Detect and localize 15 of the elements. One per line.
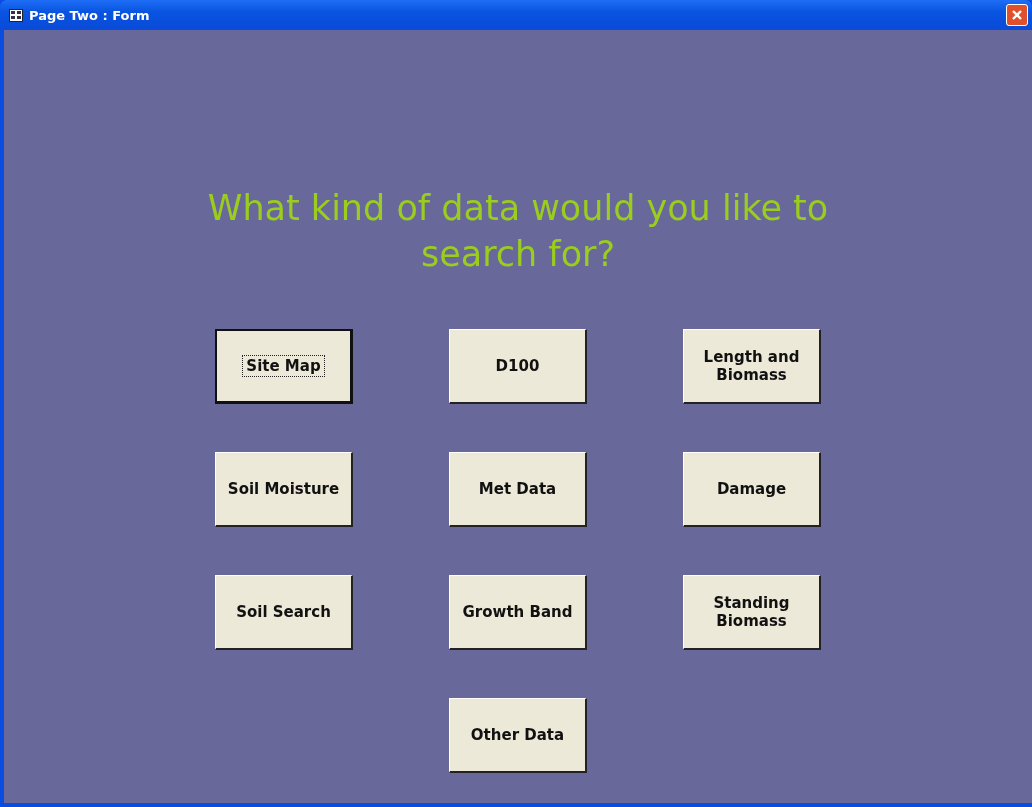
form-button[interactable]: Standing Biomass — [683, 575, 821, 650]
close-button[interactable] — [1006, 4, 1028, 26]
form-button[interactable]: Other Data — [449, 698, 587, 773]
form-button[interactable]: Soil Search — [215, 575, 353, 650]
form-button[interactable]: D100 — [449, 329, 587, 404]
form-button[interactable]: Met Data — [449, 452, 587, 527]
form-button[interactable]: Soil Moisture — [215, 452, 353, 527]
form-button[interactable]: Growth Band — [449, 575, 587, 650]
form-button[interactable]: Length and Biomass — [683, 329, 821, 404]
form-heading: What kind of data would you like to search for? — [206, 187, 830, 276]
window-title: Page Two : Form — [29, 7, 151, 23]
form-button[interactable]: Site Map — [215, 329, 353, 404]
close-icon — [1011, 9, 1023, 21]
form-icon — [9, 8, 23, 22]
form-button[interactable]: Damage — [683, 452, 821, 527]
